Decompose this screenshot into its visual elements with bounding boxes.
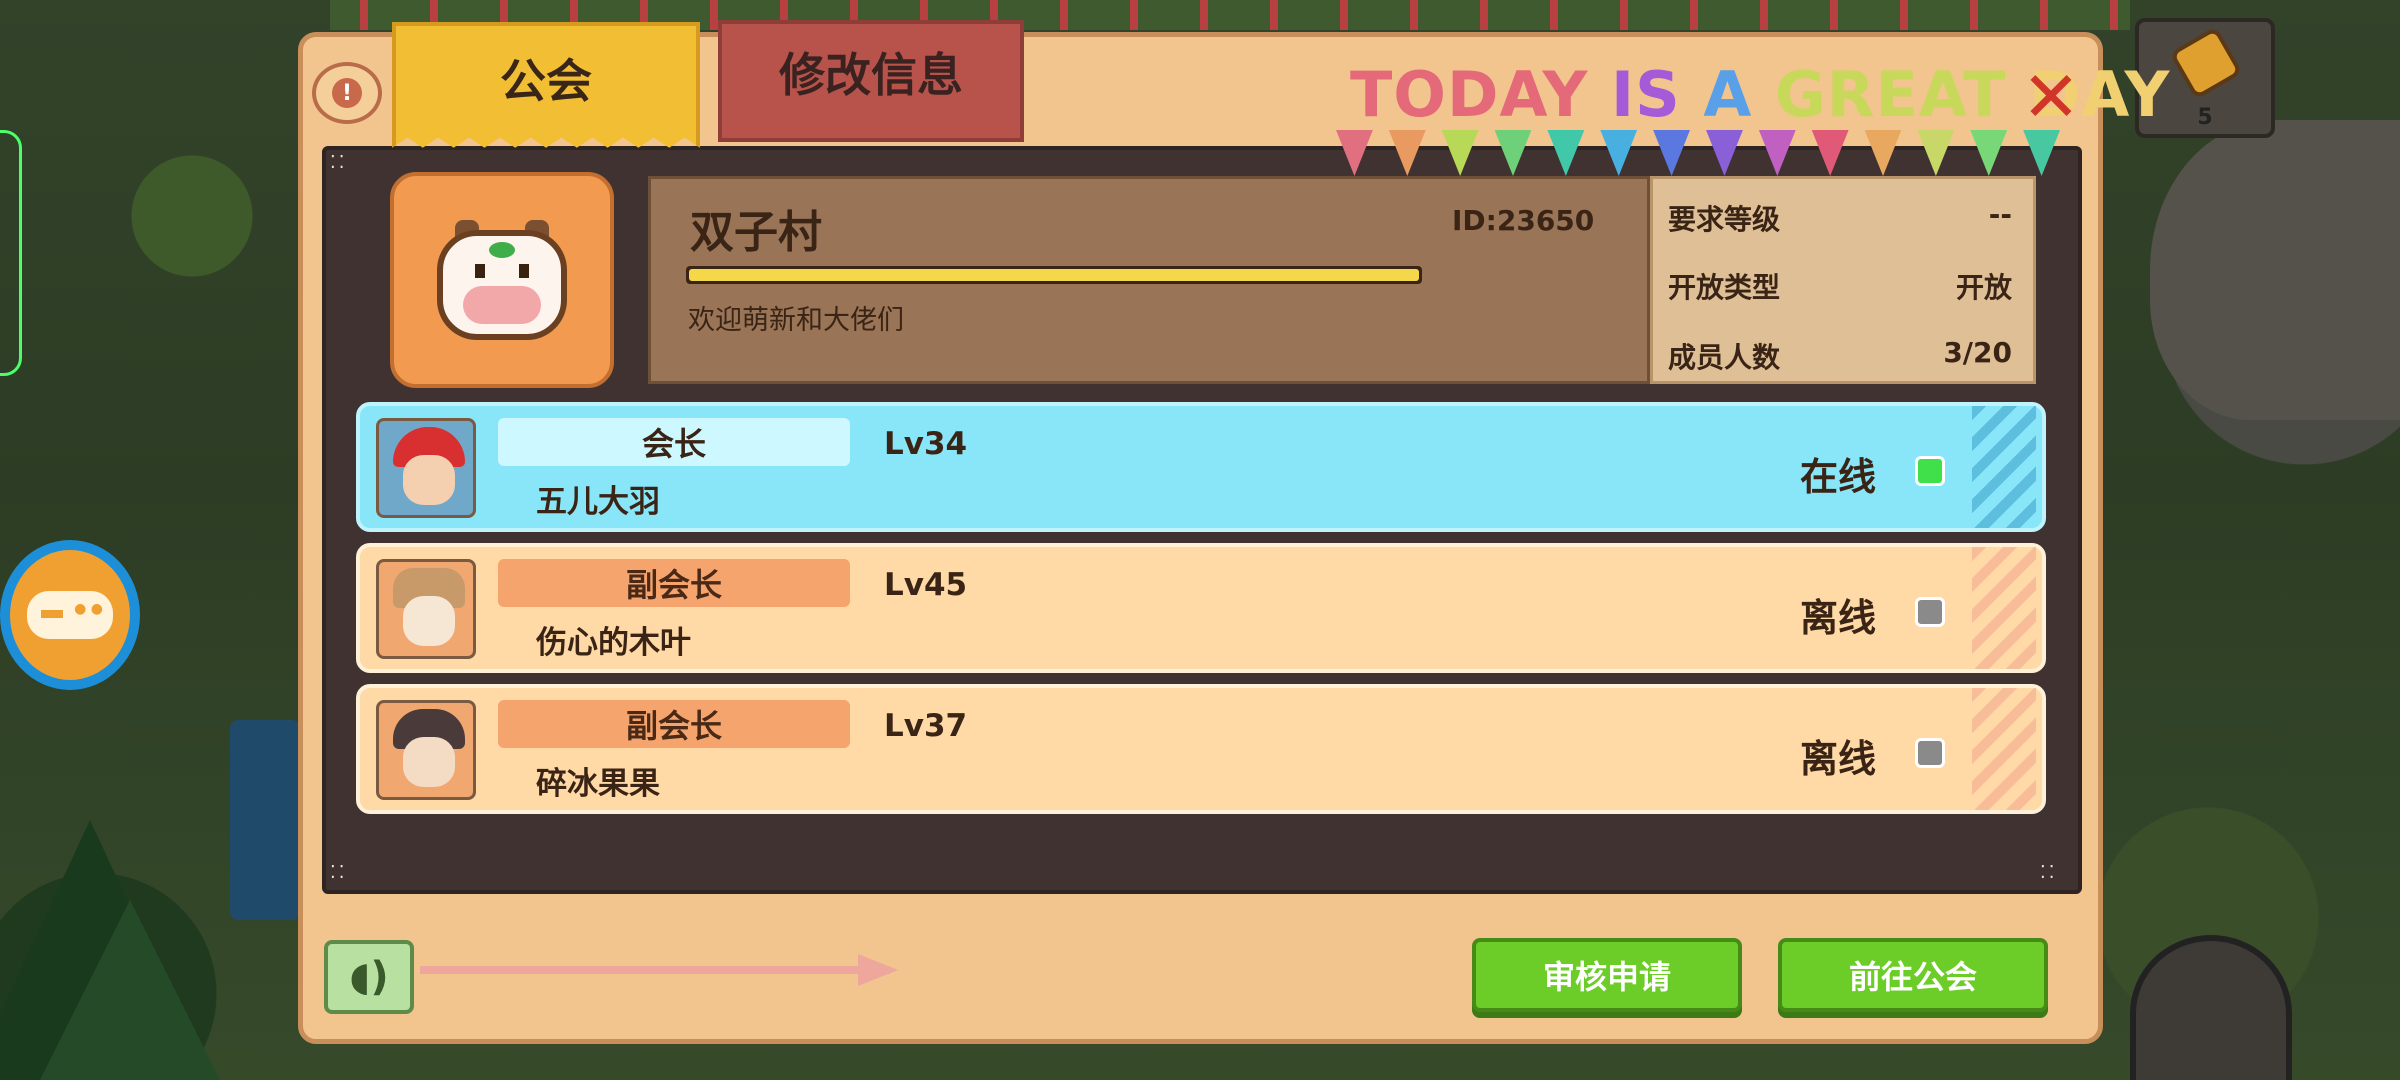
- member-avatar: [376, 418, 476, 518]
- water-pond: [230, 720, 300, 920]
- bunting-flag: [1758, 130, 1796, 176]
- banner-word: A: [1703, 58, 1753, 131]
- member-row[interactable]: 副会长 碎冰果果 Lv37 离线: [356, 684, 2046, 814]
- side-panel-handle[interactable]: [0, 130, 22, 376]
- cow-eye: [519, 264, 529, 278]
- review-applications-label: 审核申请: [1542, 958, 1671, 996]
- cow-eye: [475, 264, 485, 278]
- open-type-value: 开放: [1955, 271, 2012, 304]
- bunting-flag: [1388, 130, 1426, 176]
- arrow-decoration: [420, 966, 890, 974]
- guild-progress-bar: [686, 266, 1422, 284]
- bunting-flag: [1494, 130, 1532, 176]
- leaf-icon: [489, 242, 515, 258]
- help-button[interactable]: !: [312, 62, 382, 124]
- go-to-guild-button[interactable]: 前往公会: [1778, 938, 2048, 1012]
- corner-decoration: ⁚⁚: [2040, 862, 2058, 883]
- member-status: 在线: [1800, 455, 1877, 499]
- member-level: Lv34: [884, 426, 968, 462]
- member-role-badge: 副会长: [498, 700, 850, 748]
- member-level: Lv37: [884, 708, 968, 744]
- banner-word: TODAY: [1350, 58, 1589, 131]
- close-icon: ✕: [2021, 56, 2081, 138]
- speaker-icon: ◖): [349, 954, 389, 1000]
- row-zigzag-decoration: [1972, 406, 2036, 528]
- member-status: 离线: [1800, 596, 1877, 640]
- gamepad-button[interactable]: [0, 540, 140, 690]
- bunting-flag: [1970, 130, 2008, 176]
- barrel-prop: [2130, 935, 2292, 1080]
- bunting-flag: [1653, 130, 1691, 176]
- required-level-label: 要求等级: [1668, 203, 1781, 236]
- avatar-face: [403, 737, 455, 787]
- cow-nose: [463, 286, 541, 324]
- member-role-badge: 副会长: [498, 559, 850, 607]
- bunting-flag: [1441, 130, 1479, 176]
- tab-edit-info-label: 修改信息: [779, 48, 963, 102]
- guild-progress-fill: [689, 269, 1419, 281]
- cow-emblem-icon: [437, 220, 567, 340]
- member-status: 离线: [1800, 737, 1877, 781]
- stone-hill: [2150, 120, 2400, 420]
- avatar-face: [403, 455, 455, 505]
- member-count-label: 成员人数: [1668, 341, 1781, 374]
- review-applications-button[interactable]: 审核申请: [1472, 938, 1742, 1012]
- online-status-dot: [1915, 456, 1945, 486]
- arrow-head-decoration: [858, 954, 898, 986]
- gamepad-icon: [27, 591, 113, 639]
- banner-word: [1681, 58, 1704, 131]
- go-to-guild-label: 前往公会: [1848, 958, 1977, 996]
- close-button[interactable]: ✕: [2018, 56, 2084, 138]
- row-zigzag-decoration: [1972, 688, 2036, 810]
- guild-id: ID:23650: [1452, 204, 1595, 237]
- guild-chat-button[interactable]: ◖): [324, 940, 414, 1014]
- member-row[interactable]: 副会长 伤心的木叶 Lv45 离线: [356, 543, 2046, 673]
- member-name: 五儿大羽: [536, 484, 660, 520]
- member-row[interactable]: 会长 五儿大羽 Lv34 在线: [356, 402, 2046, 532]
- banner-word: IS: [1611, 58, 1681, 131]
- bunting-flag: [1811, 130, 1849, 176]
- open-type-label: 开放类型: [1668, 271, 1781, 304]
- member-role-badge: 会长: [498, 418, 850, 466]
- ore-icon: [2169, 26, 2243, 100]
- banner-word: [1588, 58, 1611, 131]
- row-zigzag-decoration: [1972, 547, 2036, 669]
- banner-word: GREAT: [1774, 58, 2007, 131]
- member-level: Lv45: [884, 567, 968, 603]
- exclamation-icon: !: [332, 78, 362, 108]
- corner-decoration: ⁚⁚: [330, 152, 348, 173]
- bunting-flag: [1547, 130, 1585, 176]
- offline-status-dot: [1915, 597, 1945, 627]
- member-avatar: [376, 700, 476, 800]
- tab-edit-info[interactable]: 修改信息: [718, 20, 1024, 142]
- offline-status-dot: [1915, 738, 1945, 768]
- member-count-value: 3/20: [1943, 336, 2012, 369]
- bunting-flag: [1336, 130, 1373, 176]
- guild-name: 双子村: [690, 207, 822, 258]
- bunting-flag: [1917, 130, 1955, 176]
- member-name: 伤心的木叶: [536, 625, 691, 661]
- member-avatar: [376, 559, 476, 659]
- banner-word: [1752, 58, 1775, 131]
- required-level-value: --: [1988, 198, 2012, 231]
- bunting-flag: [1600, 130, 1638, 176]
- guild-emblem: [390, 172, 614, 388]
- corner-decoration: ⁚⁚: [330, 862, 348, 883]
- guild-description: 欢迎萌新和大佬们: [688, 305, 904, 336]
- tab-guild-label: 公会: [500, 54, 592, 108]
- member-name: 碎冰果果: [536, 766, 660, 802]
- avatar-face: [403, 596, 455, 646]
- bunting-flags: [1336, 130, 2076, 178]
- bunting-flag: [1706, 130, 1743, 176]
- bunting-flag: [1864, 130, 1902, 176]
